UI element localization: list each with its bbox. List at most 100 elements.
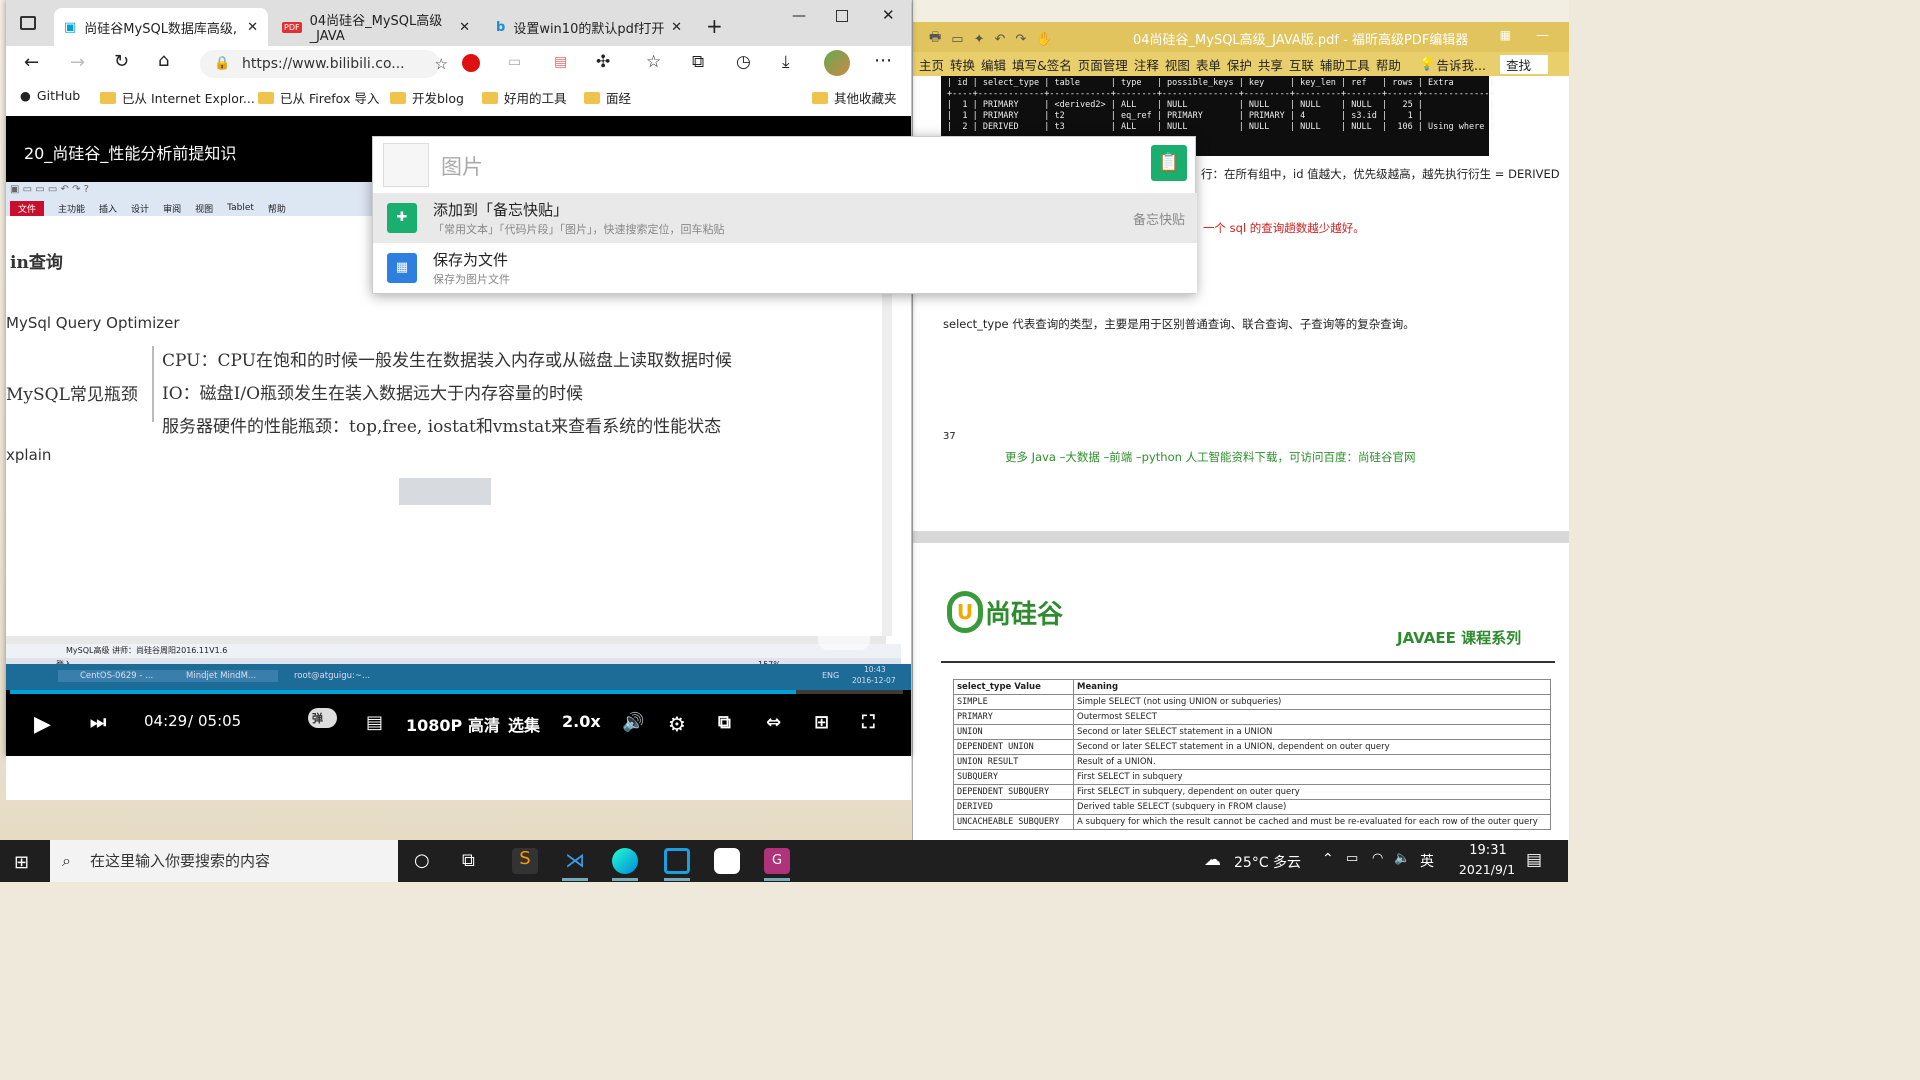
address-bar[interactable]: 🔒 https://www.bilibili.co... ☆ [200, 50, 448, 78]
menu-comment[interactable]: 注释 [1134, 55, 1159, 74]
menu-form[interactable]: 表单 [1196, 55, 1221, 74]
mindmap-hscroll[interactable] [6, 636, 886, 644]
download-icon[interactable]: ⤓ [782, 52, 790, 72]
favorites-icon[interactable]: ☆ [646, 52, 661, 72]
baidu-netdisk-icon[interactable] [714, 848, 740, 874]
menu-convert[interactable]: 转换 [950, 55, 975, 74]
table-cell: PRIMARY [953, 709, 1074, 725]
bookmark-folder[interactable]: 面经 [584, 88, 631, 107]
windows-start-icon[interactable]: ⊞ [14, 852, 29, 873]
print-icon[interactable]: 🖶 [929, 28, 941, 50]
speaker-icon[interactable]: 🔈 [1394, 851, 1410, 866]
menu-protect[interactable]: 保护 [1227, 55, 1252, 74]
close-icon[interactable]: ✕ [459, 20, 470, 35]
bookmark-folder[interactable]: 已从 Firefox 导入 [258, 88, 379, 107]
bookmark-label: 已从 Internet Explor... [122, 91, 255, 106]
extension-icon[interactable]: ▭ [508, 54, 521, 70]
close-icon[interactable]: ✕ [247, 20, 258, 35]
speed-button[interactable]: 2.0x [562, 712, 601, 731]
vmware-icon[interactable] [664, 848, 690, 874]
episodes-button[interactable]: 选集 [508, 712, 540, 736]
play-icon[interactable]: ▶ [34, 712, 51, 737]
quality-button[interactable]: 1080P 高清 [406, 712, 500, 736]
pdf-minimize-button[interactable]: — [1536, 28, 1549, 43]
history-icon[interactable]: ◷ [736, 52, 751, 72]
tab-actions-icon[interactable] [20, 16, 36, 30]
fullscreen-icon[interactable]: ⛶ [862, 712, 875, 733]
add-favorite-icon[interactable]: ☆ [435, 50, 448, 78]
bookmark-other-folder[interactable]: 其他收藏夹 [812, 88, 897, 107]
menu-home[interactable]: 主页 [919, 55, 944, 74]
danmaku-settings-icon[interactable]: ▤ [366, 712, 383, 733]
taskbar-search-box[interactable]: ⌕ 在这里输入你要搜索的内容 [50, 840, 398, 882]
bookmark-folder[interactable]: 已从 Internet Explor... [100, 88, 255, 107]
undo-icon[interactable]: ↶ [994, 32, 1005, 47]
adblock-extension-icon[interactable] [462, 54, 480, 72]
back-icon[interactable]: ← [24, 52, 39, 73]
battery-icon[interactable]: ▭ [1346, 851, 1358, 866]
window-close-button[interactable]: ✕ [882, 6, 895, 24]
bookmark-folder[interactable]: 开发blog [390, 88, 464, 107]
menu-fill-sign[interactable]: 填写&签名 [1012, 55, 1072, 74]
pdf-quick-toolbar[interactable]: 🖶 ▭ ✦ ↶ ↷ ✋ [929, 28, 1052, 50]
close-icon[interactable]: ✕ [671, 20, 682, 35]
clipboard-app-icon[interactable]: 📋 [1151, 145, 1187, 181]
weather-text[interactable]: 25°C 多云 [1234, 852, 1301, 872]
bookmark-github[interactable]: ● GitHub [20, 88, 80, 103]
show-hidden-icons-icon[interactable]: ⌃ [1322, 851, 1334, 867]
sublime-icon[interactable]: S [512, 848, 538, 874]
task-view-icon[interactable]: ⧉ [462, 850, 475, 871]
table-cell: Result of a UNION. [1073, 754, 1551, 770]
add-to-clipboard-item[interactable]: ✚ 添加到「备忘快贴」 「常用文本」「代码片段」「图片」，快速搜索定位，回车粘贴… [373, 193, 1197, 243]
home-icon[interactable]: ⌂ [158, 50, 169, 71]
clock-time[interactable]: 19:31 [1460, 843, 1516, 858]
notification-icon[interactable]: ▤ [1526, 850, 1542, 870]
minimize-button[interactable]: — [792, 8, 806, 24]
scan-icon[interactable]: ▭ [951, 32, 963, 47]
volume-icon[interactable]: 🔊 [622, 712, 644, 733]
new-icon[interactable]: ✦ [974, 32, 985, 47]
clock-date[interactable]: 2021/9/1 [1448, 862, 1526, 877]
collections-icon[interactable]: ⧉ [692, 52, 704, 72]
menu-tools[interactable]: 辅助工具 [1320, 55, 1370, 74]
refresh-icon[interactable]: ↻ [114, 51, 129, 72]
menu-view[interactable]: 视图 [1165, 55, 1190, 74]
collections-extension-icon[interactable]: ▤ [554, 54, 567, 70]
replay-overlay-icon[interactable] [818, 606, 870, 650]
ime-indicator[interactable]: 英 [1420, 851, 1434, 871]
menu-share[interactable]: 共享 [1258, 55, 1283, 74]
pdf-search-box[interactable]: 查找 [1499, 54, 1548, 74]
hand-tool-icon[interactable]: ✋ [1036, 32, 1052, 47]
widescreen-icon[interactable]: ⇔ [766, 712, 781, 733]
menu-help[interactable]: 帮助 [1376, 55, 1401, 74]
foxit-pdf-icon[interactable]: G [764, 848, 790, 874]
weather-cloud-icon[interactable]: ☁ [1204, 850, 1221, 870]
more-menu-icon[interactable]: ⋯ [874, 50, 892, 71]
web-fullscreen-icon[interactable]: ⊞ [814, 712, 829, 733]
menu-edit[interactable]: 编辑 [981, 55, 1006, 74]
edge-icon[interactable] [612, 848, 638, 874]
menu-connect[interactable]: 互联 [1289, 55, 1314, 74]
tab-pdf[interactable]: PDF 04尚硅谷_MySQL高级_JAVA ✕ [272, 8, 480, 46]
danmaku-toggle[interactable]: 弹 [308, 708, 337, 728]
vscode-icon[interactable]: ⋊ [562, 848, 588, 874]
forward-icon[interactable]: → [70, 52, 85, 73]
settings-gear-icon[interactable]: ⚙ [668, 712, 686, 736]
new-tab-button[interactable]: + [706, 14, 723, 38]
picture-in-picture-icon[interactable]: ⧉ [718, 712, 731, 733]
tell-me-box[interactable]: 告诉我... [1437, 55, 1486, 74]
pdf-layout-icon[interactable]: ▦ [1500, 28, 1511, 42]
save-as-file-item[interactable]: ▦ 保存为文件 保存为图片文件 [373, 243, 1197, 293]
network-icon[interactable]: ◠ [1372, 851, 1383, 866]
cortana-icon[interactable]: ○ [414, 850, 430, 871]
tab-bilibili[interactable]: ▣ 尚硅谷MySQL数据库高级, ✕ [54, 8, 268, 46]
lock-icon[interactable]: 🔒 [214, 50, 230, 78]
menu-page-manage[interactable]: 页面管理 [1078, 55, 1128, 74]
avatar[interactable] [824, 50, 850, 76]
maximize-button[interactable] [836, 10, 848, 22]
bookmark-folder[interactable]: 好用的工具 [482, 88, 567, 107]
redo-icon[interactable]: ↷ [1015, 32, 1026, 47]
next-icon[interactable]: ⏭ [90, 712, 106, 733]
tab-bing[interactable]: b 设置win10的默认pdf打开 ✕ [486, 8, 692, 46]
extensions-puzzle-icon[interactable]: ✣ [596, 52, 610, 72]
